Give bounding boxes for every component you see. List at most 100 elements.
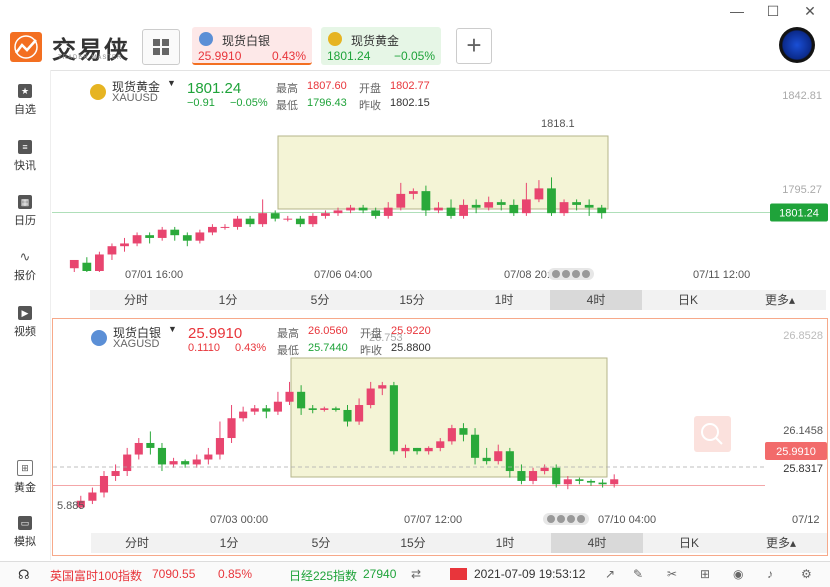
- logo-icon: [10, 32, 42, 62]
- logo-subtitle: TRADER MASTER: [58, 55, 123, 61]
- tab-timeframe-4h[interactable]: 4时: [550, 290, 642, 310]
- x-tick-label: 07/10 04:00: [598, 514, 657, 526]
- sidebar-item-news[interactable]: ≡ 快讯: [0, 140, 50, 173]
- candle: [295, 218, 305, 225]
- candle: [563, 479, 572, 485]
- close-button[interactable]: ✕: [799, 2, 821, 20]
- tab-timeframe-15m[interactable]: 15分: [367, 533, 459, 553]
- sidebar-item-watchlist[interactable]: ★ 自选: [0, 84, 50, 117]
- candle: [320, 408, 329, 410]
- tab-gold[interactable]: 现货黄金 1801.24 −0.05%: [321, 27, 441, 65]
- y-axis-mid-label: 26.1458: [783, 425, 823, 437]
- tab-timeframe-tick[interactable]: 分时: [91, 533, 183, 553]
- gold-chart-panel: 1818.1 1842.81 1795.27 1801.24 现货黄金 ▼ XAUUS…: [52, 72, 828, 312]
- grid-icon: [153, 39, 160, 46]
- y-axis-low-label: 25.8317: [783, 463, 823, 475]
- candle: [321, 213, 330, 216]
- tab-timeframe-15m[interactable]: 15分: [366, 290, 458, 310]
- x-tick-label: 07/06 04:00: [314, 269, 373, 281]
- candle: [169, 461, 178, 465]
- candle: [383, 207, 393, 216]
- silver-candlestick-chart[interactable]: 26.753 26.852826.145825.831725.9910: [53, 319, 827, 515]
- chart-pager-dots[interactable]: [543, 513, 589, 525]
- sidebar-item-gold[interactable]: ⊞ 黄金: [0, 460, 50, 495]
- tab-timeframe-more[interactable]: 更多▴: [735, 533, 827, 553]
- tab-silver[interactable]: 现货白银 25.9910 0.43%: [192, 27, 312, 65]
- arrow-icon[interactable]: ↗: [605, 567, 615, 581]
- dropdown-icon[interactable]: ▼: [168, 324, 177, 334]
- tab-timeframe-1h[interactable]: 1时: [458, 290, 550, 310]
- gold-icon: [328, 32, 342, 46]
- gold-low: 1796.43: [307, 97, 347, 109]
- tab-timeframe-day[interactable]: 日K: [642, 290, 734, 310]
- silver-price: 25.9910: [188, 325, 243, 342]
- candle: [496, 202, 506, 205]
- sidebar-item-simulate[interactable]: ▭ 模拟: [0, 516, 50, 549]
- tab-timeframe-5m[interactable]: 5分: [275, 533, 367, 553]
- volume-icon[interactable]: ♪: [767, 567, 773, 581]
- candle: [132, 235, 142, 244]
- tab-gold-name: 现货黄金: [351, 34, 400, 48]
- candle: [250, 408, 259, 412]
- sidebar-item-calendar[interactable]: ▦ 日历: [0, 195, 50, 228]
- timeframe-bar: 分时 1分 5分 15分 1时 4时 日K 更多▴: [91, 533, 827, 553]
- candle: [413, 447, 422, 452]
- ticker-nikkei-value: 27940: [363, 567, 397, 581]
- translate-icon[interactable]: ⇄: [411, 567, 421, 581]
- candle: [195, 232, 205, 241]
- tab-timeframe-tick[interactable]: 分时: [90, 290, 182, 310]
- y-axis-top-label: 26.8528: [783, 330, 823, 342]
- x-tick-label: 07/07 12:00: [404, 514, 463, 526]
- current-price-tag-text: 25.9910: [776, 446, 816, 458]
- x-tick-label: 07/11 12:00: [693, 269, 751, 281]
- candle: [220, 226, 230, 228]
- candle: [505, 451, 514, 472]
- candle: [308, 215, 318, 225]
- gold-candlestick-chart[interactable]: 1818.1 1842.81 1795.27 1801.24: [52, 72, 828, 272]
- candle: [233, 218, 242, 227]
- tab-timeframe-4h[interactable]: 4时: [551, 533, 643, 553]
- chart-line-icon: ∿: [19, 249, 31, 264]
- sidebar-item-video[interactable]: ▶ 视频: [0, 306, 50, 339]
- candle: [95, 254, 104, 271]
- candle: [343, 409, 352, 422]
- ticker-nikkei-name[interactable]: 日经225指数: [289, 567, 357, 584]
- candle: [333, 210, 343, 214]
- tab-timeframe-1h[interactable]: 1时: [459, 533, 551, 553]
- tab-timeframe-1m[interactable]: 1分: [183, 533, 275, 553]
- tab-timeframe-5m[interactable]: 5分: [274, 290, 366, 310]
- sidebar-item-quotes[interactable]: ∿ 报价: [0, 250, 50, 283]
- camera-icon[interactable]: ◉: [733, 567, 743, 581]
- gift-icon[interactable]: ⊞: [700, 567, 710, 581]
- tab-timeframe-day[interactable]: 日K: [643, 533, 735, 553]
- candle: [378, 385, 387, 389]
- silver-low: 25.7440: [308, 342, 348, 354]
- candle: [610, 479, 619, 485]
- edit-icon[interactable]: ✎: [633, 567, 643, 581]
- candle: [494, 451, 503, 462]
- dropdown-icon[interactable]: ▼: [167, 78, 176, 88]
- minimize-button[interactable]: —: [726, 2, 748, 20]
- candle: [245, 218, 255, 225]
- grid-layout-button[interactable]: [142, 29, 180, 65]
- calendar-icon: ▦: [18, 195, 32, 209]
- maximize-button[interactable]: ☐: [762, 2, 784, 20]
- avatar[interactable]: [779, 27, 815, 63]
- headset-icon[interactable]: ☊: [18, 567, 30, 583]
- tab-gold-pct: −0.05%: [393, 49, 435, 63]
- candle: [227, 418, 236, 439]
- tools-icon[interactable]: ✂: [667, 567, 677, 581]
- current-price-tag-text: 1801.24: [779, 207, 819, 219]
- tab-gold-price: 1801.24: [327, 49, 371, 63]
- add-tab-button[interactable]: +: [456, 28, 492, 64]
- chart-pager-dots[interactable]: [548, 268, 594, 280]
- tab-silver-pct: 0.43%: [271, 49, 306, 63]
- silver-open: 25.9220: [391, 325, 431, 337]
- settings-icon[interactable]: ⚙: [801, 567, 812, 581]
- zoom-search-icon: [694, 416, 731, 452]
- tab-timeframe-1m[interactable]: 1分: [182, 290, 274, 310]
- tab-timeframe-more[interactable]: 更多▴: [734, 290, 826, 310]
- candle: [559, 202, 569, 214]
- ticker-ftse-name[interactable]: 英国富时100指数: [50, 567, 142, 584]
- candle: [547, 188, 556, 214]
